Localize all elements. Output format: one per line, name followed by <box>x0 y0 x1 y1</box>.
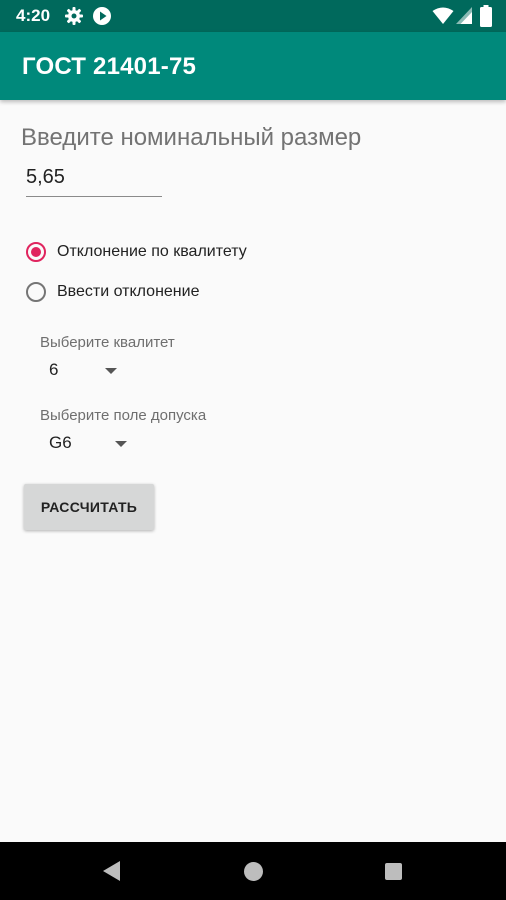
quality-value: 6 <box>49 360 59 379</box>
battery-icon <box>480 5 492 32</box>
tolerance-field-label: Выберите поле допуска <box>40 407 207 424</box>
home-icon[interactable] <box>244 862 263 881</box>
nominal-size-value: 5,65 <box>26 166 65 188</box>
dropdown-arrow-icon <box>115 441 127 447</box>
play-circle-icon <box>92 6 112 31</box>
radio-unchecked-icon[interactable] <box>26 282 46 302</box>
calculate-button[interactable]: РАССЧИТАТЬ <box>24 484 154 530</box>
navigation-bar <box>0 842 506 900</box>
nominal-size-prompt: Введите номинальный размер <box>21 124 362 151</box>
status-bar: 4:20 <box>0 0 506 32</box>
wifi-icon <box>432 7 454 30</box>
quality-label: Выберите квалитет <box>40 334 175 351</box>
radio-label: Отклонение по квалитету <box>57 243 247 260</box>
nominal-size-input[interactable]: 5,65 <box>26 166 162 197</box>
app-bar: ГОСТ 21401-75 <box>0 32 506 100</box>
radio-enter-deviation[interactable]: Ввести отклонение <box>26 278 199 306</box>
back-icon[interactable] <box>103 861 120 881</box>
radio-quality-deviation[interactable]: Отклонение по квалитету <box>26 238 247 266</box>
radio-checked-icon[interactable] <box>26 242 46 262</box>
status-time: 4:20 <box>16 6 51 25</box>
tolerance-field-spinner[interactable]: G6 <box>40 429 132 459</box>
app-title: ГОСТ 21401-75 <box>22 53 197 80</box>
gear-icon <box>64 6 84 31</box>
dropdown-arrow-icon <box>105 368 117 374</box>
tolerance-field-value: G6 <box>49 433 72 452</box>
recents-icon[interactable] <box>385 863 402 880</box>
signal-icon <box>456 7 472 30</box>
radio-label: Ввести отклонение <box>57 283 200 300</box>
quality-spinner[interactable]: 6 <box>40 356 122 386</box>
